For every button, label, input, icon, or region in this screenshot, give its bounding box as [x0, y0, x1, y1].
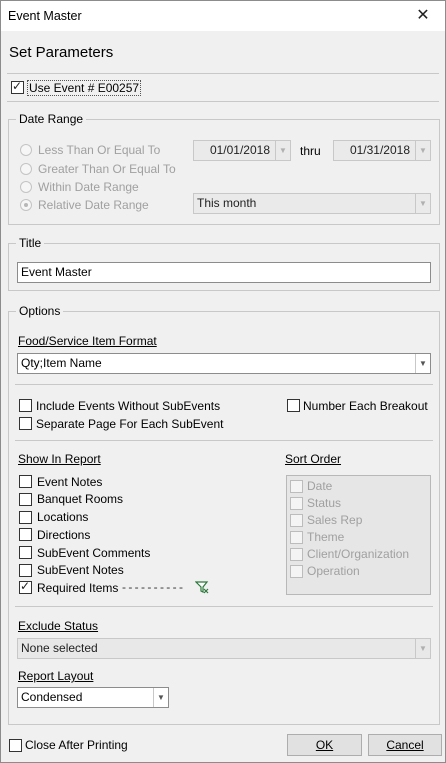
sort-theme-checkbox[interactable]	[290, 531, 303, 544]
show-locations-checkbox[interactable]	[19, 511, 32, 524]
divider	[7, 73, 439, 74]
exclude-status-label: Exclude Status	[18, 619, 99, 633]
radio-relative-range-label: Relative Date Range	[38, 198, 149, 212]
food-format-label: Food/Service Item Format	[18, 334, 157, 348]
chevron-down-icon[interactable]: ▼	[415, 354, 430, 373]
use-event-label[interactable]: Use Event # E00257	[27, 80, 142, 96]
show-subevent-comments-checkbox[interactable]	[19, 546, 32, 559]
from-date-picker[interactable]: 01/01/2018 ▼	[193, 140, 291, 161]
ok-button[interactable]: OK	[287, 734, 362, 756]
show-directions-label: Directions	[37, 528, 91, 542]
divider	[15, 606, 433, 607]
show-locations-label: Locations	[37, 510, 89, 524]
event-master-dialog: Event Master ✕ Set Parameters Use Event …	[0, 0, 446, 763]
sort-date-checkbox[interactable]	[290, 480, 303, 493]
food-format-value: Qty;Item Name	[21, 356, 102, 370]
sort-theme-label: Theme	[307, 530, 345, 544]
chevron-down-icon[interactable]: ▼	[275, 141, 290, 160]
radio-less-than-label: Less Than Or Equal To	[38, 143, 161, 157]
cancel-button[interactable]: Cancel	[368, 734, 442, 756]
sort-order-label: Sort Order	[285, 452, 342, 466]
sort-operation-label: Operation	[307, 564, 360, 578]
separate-page-label: Separate Page For Each SubEvent	[36, 417, 224, 431]
radio-greater-than[interactable]	[20, 163, 32, 175]
to-date-picker[interactable]: 01/31/2018 ▼	[333, 140, 431, 161]
separate-page-checkbox[interactable]	[19, 417, 32, 430]
divider	[7, 101, 439, 102]
window-title: Event Master	[8, 9, 82, 23]
date-range-group-title: Date Range	[16, 112, 87, 126]
divider	[15, 440, 433, 441]
sort-status-checkbox[interactable]	[290, 497, 303, 510]
radio-within-range-label: Within Date Range	[38, 180, 139, 194]
show-directions-checkbox[interactable]	[19, 528, 32, 541]
sort-date-label: Date	[307, 479, 333, 493]
sort-sales-rep-label: Sales Rep	[307, 513, 363, 527]
radio-less-than[interactable]	[20, 144, 32, 156]
divider	[15, 384, 433, 385]
show-event-notes-label: Event Notes	[37, 475, 103, 489]
report-layout-label: Report Layout	[18, 669, 94, 683]
from-date-value: 01/01/2018	[209, 143, 270, 157]
number-each-breakout-checkbox[interactable]	[287, 399, 300, 412]
sort-operation-checkbox[interactable]	[290, 565, 303, 578]
show-event-notes-checkbox[interactable]	[19, 475, 32, 488]
use-event-checkbox[interactable]	[11, 79, 24, 94]
dash-leader: - - - - - - - - - -	[122, 580, 183, 594]
page-title: Set Parameters	[9, 44, 114, 61]
show-subevent-notes-checkbox[interactable]	[19, 564, 32, 577]
sort-sales-rep-checkbox[interactable]	[290, 514, 303, 527]
exclude-status-select[interactable]: None selected ▼	[17, 638, 431, 659]
radio-within-range[interactable]	[20, 181, 32, 193]
include-without-subevents-label: Include Events Without SubEvents	[36, 399, 221, 413]
show-in-report-label: Show In Report	[18, 452, 101, 466]
radio-greater-than-label: Greater Than Or Equal To	[38, 162, 176, 176]
chevron-down-icon[interactable]: ▼	[153, 688, 168, 707]
title-input[interactable]: Event Master	[17, 262, 431, 283]
number-each-breakout-label: Number Each Breakout	[303, 399, 428, 413]
show-required-items-label: Required Items	[37, 581, 119, 595]
show-subevent-comments-label: SubEvent Comments	[37, 546, 151, 560]
sort-status-label: Status	[307, 496, 342, 510]
sort-client-label: Client/Organization	[307, 547, 410, 561]
report-layout-select[interactable]: Condensed ▼	[17, 687, 169, 708]
show-banquet-rooms-checkbox[interactable]	[19, 493, 32, 506]
title-bar: Event Master ✕	[1, 1, 445, 31]
sort-client-checkbox[interactable]	[290, 548, 303, 561]
food-format-select[interactable]: Qty;Item Name ▼	[17, 353, 431, 374]
sort-order-list: Date Status Sales Rep Theme Client/Organ…	[286, 475, 431, 595]
include-without-subevents-checkbox[interactable]	[19, 399, 32, 412]
close-after-printing-checkbox[interactable]	[9, 739, 22, 752]
ok-button-label: OK	[315, 738, 334, 752]
relative-range-value: This month	[197, 196, 257, 210]
title-group-title: Title	[16, 236, 45, 250]
radio-relative-range[interactable]	[20, 199, 32, 211]
exclude-status-value: None selected	[21, 641, 98, 655]
chevron-down-icon[interactable]: ▼	[415, 639, 430, 658]
close-after-printing-label: Close After Printing	[25, 738, 128, 752]
filter-icon[interactable]	[194, 580, 209, 594]
relative-range-select[interactable]: This month ▼	[193, 193, 431, 214]
report-layout-value: Condensed	[21, 690, 83, 704]
chevron-down-icon[interactable]: ▼	[415, 194, 430, 213]
cancel-button-label: Cancel	[386, 738, 424, 752]
options-group-title: Options	[16, 304, 64, 318]
thru-label: thru	[300, 144, 321, 158]
show-required-items-checkbox[interactable]	[19, 579, 32, 594]
show-banquet-rooms-label: Banquet Rooms	[37, 492, 124, 506]
to-date-value: 01/31/2018	[349, 143, 410, 157]
chevron-down-icon[interactable]: ▼	[415, 141, 430, 160]
show-subevent-notes-label: SubEvent Notes	[37, 563, 124, 577]
close-icon[interactable]: ✕	[401, 1, 445, 31]
